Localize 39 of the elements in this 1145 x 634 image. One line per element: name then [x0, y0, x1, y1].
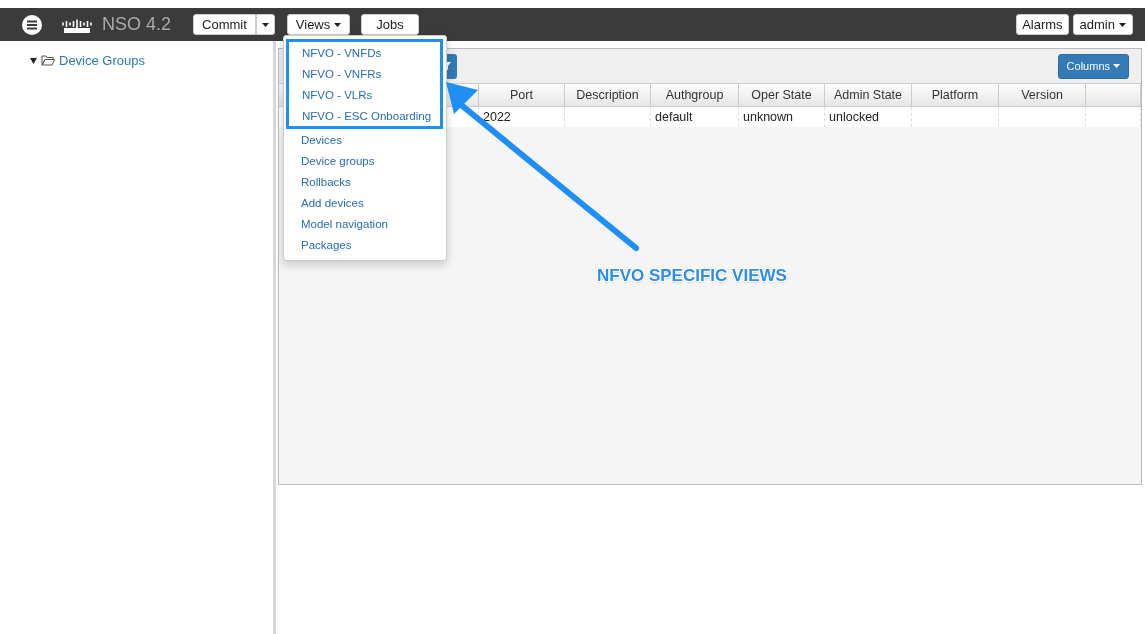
caret-icon — [1113, 64, 1120, 68]
jobs-button[interactable]: Jobs — [361, 14, 419, 35]
expand-triangle-icon[interactable] — [30, 57, 37, 64]
table-cell: unlocked — [825, 107, 912, 127]
table-cell: 2022 — [479, 107, 565, 127]
column-header[interactable]: Oper State — [739, 83, 825, 107]
app-title: NSO 4.2 — [102, 14, 172, 35]
caret-icon — [261, 22, 269, 27]
commit-dropdown-button[interactable] — [255, 14, 275, 35]
menu-item[interactable]: Packages — [284, 234, 446, 255]
columns-button[interactable]: Columns — [1057, 53, 1129, 79]
menu-icon[interactable] — [22, 14, 42, 35]
menu-item[interactable]: Add devices — [284, 192, 446, 213]
menu-item[interactable]: Rollbacks — [284, 171, 446, 192]
table-cell: unknown — [739, 107, 825, 127]
column-header[interactable]: Admin State — [825, 83, 912, 107]
column-header — [1086, 83, 1141, 107]
annotation-label: NFVO SPECIFIC VIEWS — [597, 266, 787, 286]
column-header[interactable]: Port — [479, 83, 565, 107]
menu-item[interactable]: Device groups — [284, 150, 446, 171]
menu-item[interactable]: NFVO - VLRs — [289, 84, 440, 105]
column-header[interactable]: Authgroup — [651, 83, 739, 107]
column-header[interactable]: Platform — [912, 83, 999, 107]
table-cell: default — [651, 107, 739, 127]
caret-icon — [334, 22, 342, 27]
menu-item[interactable]: NFVO - ESC Onboarding — [289, 105, 440, 126]
menu-item[interactable]: Devices — [284, 129, 446, 150]
folder-icon — [41, 55, 55, 66]
menu-item[interactable]: Model navigation — [284, 213, 446, 234]
column-header[interactable]: Version — [999, 83, 1086, 107]
column-header[interactable]: Description — [565, 83, 651, 107]
tree-item[interactable]: Device Groups — [30, 53, 273, 68]
views-button[interactable]: Views — [286, 14, 351, 35]
caret-icon — [1119, 22, 1126, 27]
menu-item[interactable]: NFVO - VNFRs — [289, 63, 440, 84]
commit-button[interactable]: Commit — [193, 14, 256, 35]
user-menu-button[interactable]: admin — [1072, 14, 1133, 35]
menu-item[interactable]: NFVO - VNFDs — [289, 42, 440, 63]
alarms-button[interactable]: Alarms — [1016, 14, 1069, 35]
